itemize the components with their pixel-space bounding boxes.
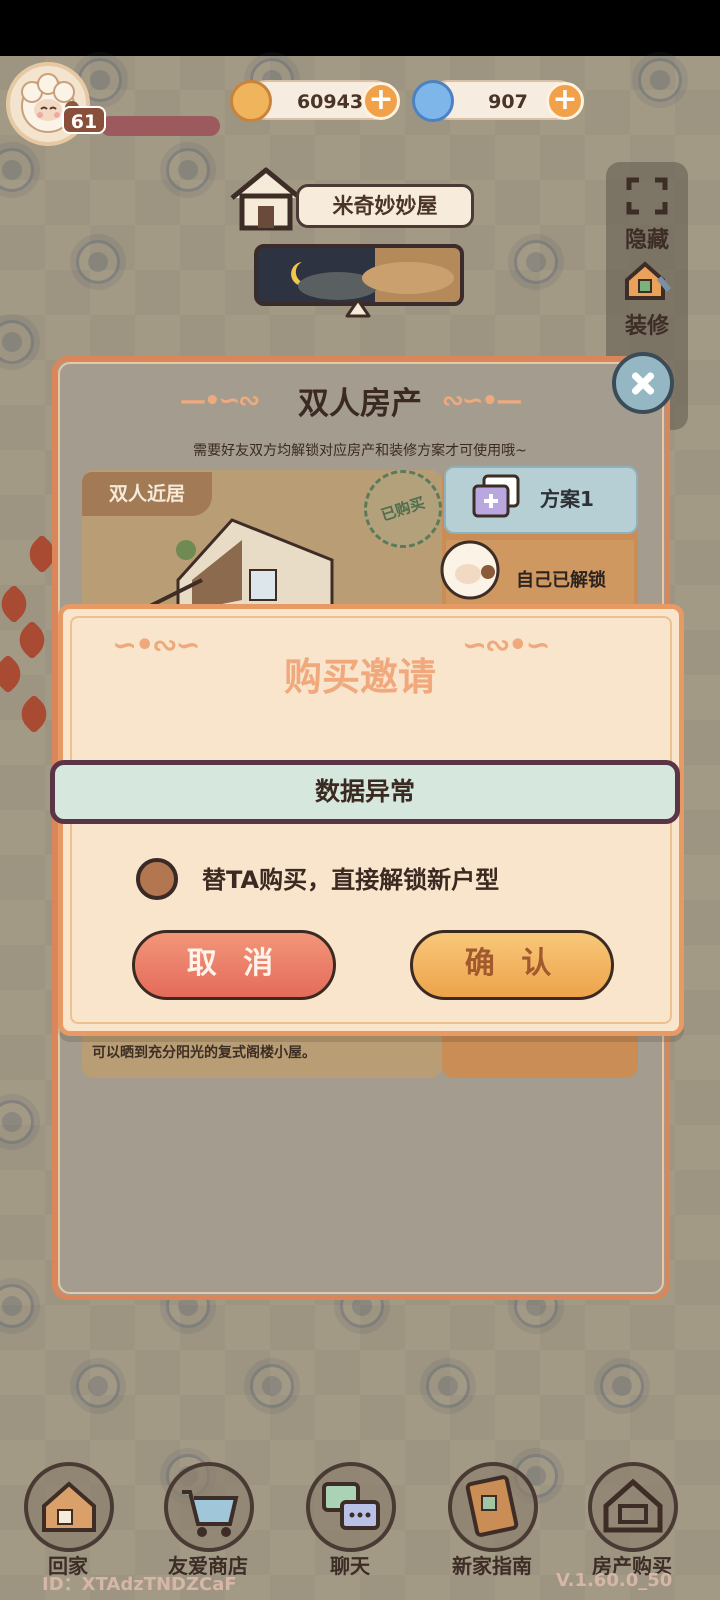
hide-button[interactable]: 隐藏 [612,176,682,254]
nav-property-purchase[interactable]: 房产购买 [582,1462,682,1578]
level-badge: 61 [62,106,106,134]
confirm-button[interactable]: 确 认 [410,930,614,1000]
house-description: 可以晒到充分阳光的复式阁楼小屋。 [92,1045,316,1061]
decorate-house-icon [625,261,672,300]
nav-guide-label: 新家指南 [452,1554,532,1578]
decorate-button[interactable]: 装修 [612,260,682,340]
shopping-cart-icon [182,1490,239,1537]
property-panel-title: 双人房产 [298,386,422,422]
property-purchase-icon [603,1478,663,1533]
house-icon [226,164,306,232]
sheep-unlocked-icon [440,540,500,600]
buy-for-friend-label[interactable]: 替TA购买，直接解锁新户型 [202,860,499,895]
house-card-label: 双人近居 [82,472,212,516]
house-name-label[interactable]: 米奇妙妙屋 [296,184,474,228]
moon-icon [291,262,454,300]
guide-book-icon [465,1475,519,1537]
property-panel-subtitle: 需要好友双方均解锁对应房产和装修方案才可使用哦~ [193,443,527,459]
triangle-pointer-icon [345,298,371,318]
close-panel-button[interactable] [612,352,674,414]
nav-chat-label: 聊天 [330,1554,370,1578]
cancel-button[interactable]: 取 消 [132,930,336,1000]
coin-icon [230,80,272,122]
nav-shop[interactable]: 友爱商店 [158,1462,258,1578]
plan-label: 方案1 [540,487,594,511]
status-bar [0,0,720,56]
app-version: V.1.60.0_50 [556,1570,673,1591]
modal-ornament-left: ∽•∾∽ [112,628,201,663]
decorate-label: 装修 [624,314,669,339]
home-icon [42,1481,96,1532]
nav-home[interactable]: 回家 [18,1462,118,1578]
hide-frame-icon [626,177,668,215]
add-coins-button[interactable]: + [362,82,400,120]
modal-message: 数据异常 [314,777,415,806]
nav-chat[interactable]: 聊天 [300,1462,400,1578]
nav-guide[interactable]: 新家指南 [442,1462,542,1578]
user-id: ID：XTAdzTNDZCaF [42,1574,237,1595]
modal-ornament-right: ∽∾•∽ [462,628,551,663]
experience-bar [100,116,220,136]
gem-icon [412,80,454,122]
add-gems-button[interactable]: + [546,82,584,120]
plan-card-icon [472,474,520,518]
buy-for-friend-radio[interactable] [136,858,178,900]
day-night-toggle[interactable] [254,244,464,306]
unlocked-label: 自己已解锁 [516,570,606,591]
chat-bubble-icon [322,1482,380,1530]
hide-label: 隐藏 [624,228,669,253]
modal-title: 购买邀请 [283,655,436,699]
